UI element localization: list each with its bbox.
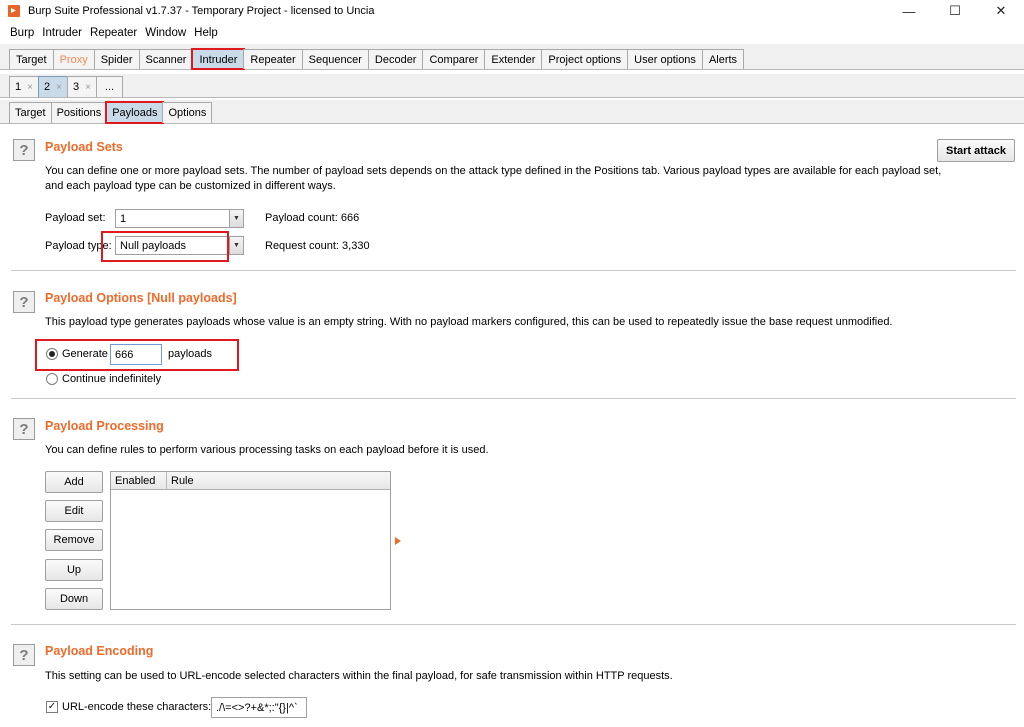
payload-options-description: This payload type generates payloads who…: [45, 316, 893, 328]
menu-window[interactable]: Window: [141, 27, 190, 39]
title-bar: Burp Suite Professional v1.7.37 - Tempor…: [0, 0, 1024, 22]
payload-set-label: Payload set:: [45, 212, 106, 224]
request-count: Request count: 3,330: [265, 240, 370, 252]
burp-logo-icon: [8, 5, 20, 17]
payload-encoding-title: Payload Encoding: [45, 644, 154, 658]
section-divider: [11, 624, 1016, 625]
menu-intruder[interactable]: Intruder: [38, 27, 86, 39]
column-rule[interactable]: Rule: [167, 472, 390, 489]
menu-bar: Burp Intruder Repeater Window Help: [0, 22, 1024, 44]
highlight-box: [101, 231, 229, 262]
attack-tab-label: 3: [72, 81, 80, 93]
chevron-down-icon[interactable]: ▼: [229, 237, 243, 254]
tab-user-options[interactable]: User options: [627, 49, 703, 69]
close-tab-icon[interactable]: ×: [56, 82, 62, 93]
generate-label: Generate: [62, 348, 108, 360]
payloads-panel: ? Payload Sets Start attack You can defi…: [0, 125, 1024, 727]
chevron-down-icon[interactable]: ▼: [229, 210, 243, 227]
menu-repeater[interactable]: Repeater: [86, 27, 141, 39]
intruder-sub-tab-bar: Target Positions Payloads Options: [0, 100, 1024, 124]
payload-set-value: 1: [120, 212, 127, 225]
payload-encoding-description: This setting can be used to URL-encode s…: [45, 670, 673, 682]
table-header: Enabled Rule: [111, 472, 390, 490]
tab-comparer[interactable]: Comparer: [422, 49, 486, 69]
attack-tab-2[interactable]: 2 ×: [37, 76, 68, 97]
edit-rule-button[interactable]: Edit: [45, 500, 103, 522]
continue-indefinitely-radio[interactable]: [46, 373, 58, 385]
tab-decoder[interactable]: Decoder: [367, 49, 424, 69]
attack-tab-3[interactable]: 3 ×: [66, 76, 97, 97]
payload-processing-description: You can define rules to perform various …: [45, 444, 489, 456]
attack-tab-label: 1: [15, 81, 22, 93]
maximize-button[interactable]: ☐: [932, 0, 978, 22]
close-button[interactable]: ✕: [978, 0, 1024, 22]
close-tab-icon[interactable]: ×: [27, 82, 33, 93]
section-divider: [11, 270, 1016, 271]
move-down-button[interactable]: Down: [45, 588, 103, 610]
subtab-payloads[interactable]: Payloads: [105, 101, 165, 124]
tab-project-options[interactable]: Project options: [541, 49, 629, 69]
subtab-target[interactable]: Target: [9, 102, 52, 123]
continue-indefinitely-label: Continue indefinitely: [62, 373, 162, 385]
help-icon[interactable]: ?: [13, 291, 35, 313]
subtab-positions[interactable]: Positions: [50, 102, 108, 123]
payload-options-title: Payload Options [Null payloads]: [45, 291, 237, 305]
tab-proxy[interactable]: Proxy: [52, 49, 95, 69]
main-tab-bar: Target Proxy Spider Scanner Intruder Rep…: [0, 44, 1024, 70]
help-icon[interactable]: ?: [13, 139, 35, 161]
generate-radio[interactable]: [46, 348, 58, 360]
column-enabled[interactable]: Enabled: [111, 472, 167, 489]
help-icon[interactable]: ?: [13, 418, 35, 440]
tab-extender[interactable]: Extender: [484, 49, 543, 69]
payload-set-select[interactable]: 1 ▼: [115, 209, 244, 228]
attack-tab-bar: 1 × 2 × 3 × ...: [0, 74, 1024, 98]
close-tab-icon[interactable]: ×: [85, 82, 91, 93]
add-rule-button[interactable]: Add: [45, 471, 103, 493]
payload-sets-title: Payload Sets: [45, 140, 123, 154]
move-up-button[interactable]: Up: [45, 559, 103, 581]
subtab-options[interactable]: Options: [162, 102, 213, 123]
url-encode-characters-input[interactable]: ./\=<>?+&*;:"{}|^`: [211, 697, 307, 718]
payload-sets-description: You can define one or more payload sets.…: [45, 165, 942, 192]
tab-alerts[interactable]: Alerts: [701, 49, 745, 69]
window-controls: — ☐ ✕: [886, 0, 1024, 22]
expand-arrow-icon[interactable]: [395, 537, 401, 545]
payload-processing-title: Payload Processing: [45, 419, 164, 433]
menu-burp[interactable]: Burp: [6, 27, 38, 39]
window-title: Burp Suite Professional v1.7.37 - Tempor…: [28, 5, 375, 17]
new-attack-tab[interactable]: ...: [95, 76, 124, 97]
start-attack-button[interactable]: Start attack: [937, 139, 1015, 162]
minimize-button[interactable]: —: [886, 0, 932, 22]
processing-rules-table[interactable]: Enabled Rule: [110, 471, 391, 610]
tab-intruder[interactable]: Intruder: [191, 48, 246, 70]
payload-count: Payload count: 666: [265, 212, 360, 224]
remove-rule-button[interactable]: Remove: [45, 529, 103, 551]
tab-target[interactable]: Target: [9, 49, 54, 69]
payloads-suffix: payloads: [168, 348, 213, 360]
attack-tab-label: 2: [43, 81, 51, 93]
tab-spider[interactable]: Spider: [93, 49, 140, 69]
tab-repeater[interactable]: Repeater: [243, 49, 303, 69]
new-tab-label: ...: [104, 81, 115, 93]
menu-help[interactable]: Help: [190, 27, 222, 39]
attack-tab-1[interactable]: 1 ×: [9, 76, 39, 97]
section-divider: [11, 398, 1016, 399]
url-encode-checkbox[interactable]: ✓: [46, 701, 58, 713]
help-icon[interactable]: ?: [13, 644, 35, 666]
url-encode-label: URL-encode these characters:: [62, 701, 212, 713]
tab-scanner[interactable]: Scanner: [138, 49, 194, 69]
generate-count-input[interactable]: 666: [110, 344, 162, 365]
tab-sequencer[interactable]: Sequencer: [301, 49, 369, 69]
